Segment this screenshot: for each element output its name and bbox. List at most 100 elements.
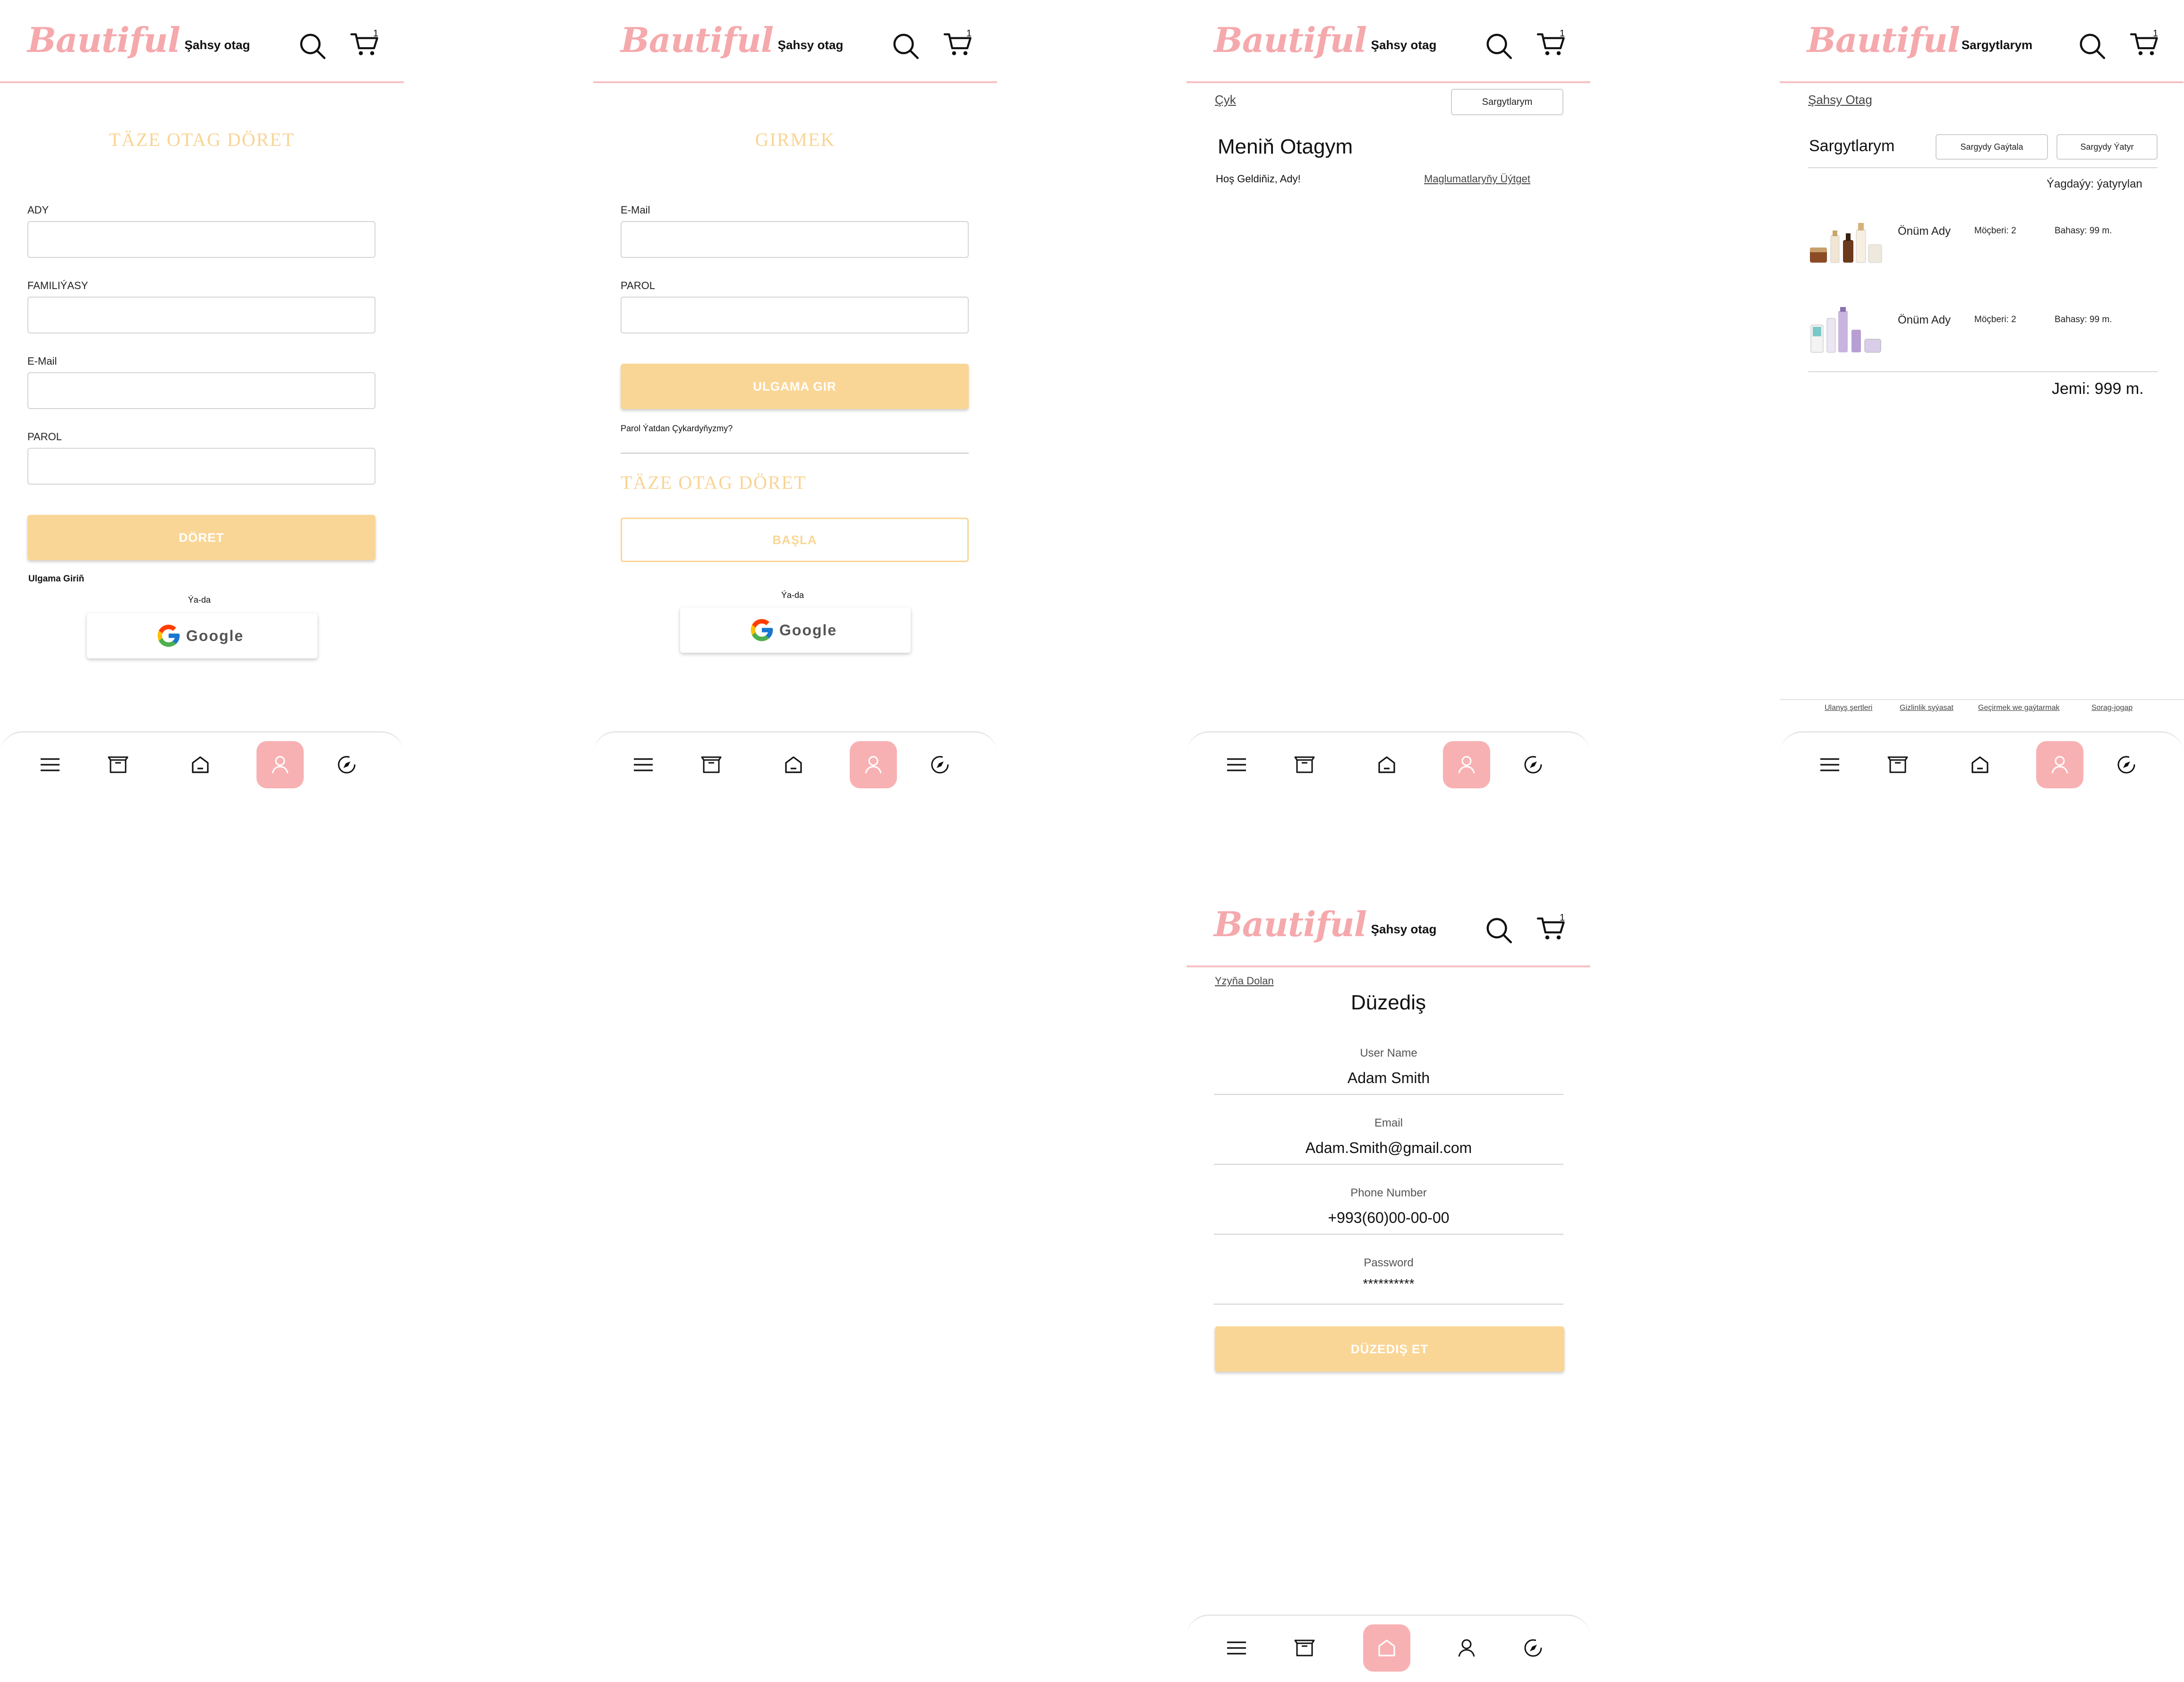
box-icon	[1293, 1637, 1316, 1659]
nav-explore[interactable]	[323, 741, 370, 788]
logout-link[interactable]: Çyk	[1215, 93, 1236, 107]
privacy-link[interactable]: Gizlinlik syýasat	[1900, 704, 1954, 712]
bottom-nav	[593, 731, 997, 799]
order-total: Jemi: 999 m.	[2052, 380, 2144, 398]
username-field[interactable]: Adam Smith	[1214, 1069, 1563, 1087]
search-icon[interactable]	[298, 31, 327, 60]
menu-icon	[1818, 753, 1841, 776]
register-heading: TÄZE OTAG DÖRET	[109, 129, 295, 150]
box-icon	[1886, 753, 1909, 776]
nav-products[interactable]	[1281, 1624, 1328, 1672]
password-input[interactable]	[621, 297, 969, 333]
box-icon	[700, 753, 723, 776]
create-account-heading: TÄZE OTAG DÖRET	[621, 472, 807, 493]
nav-home[interactable]	[1956, 741, 2004, 788]
app-header: Bautiful Şahsy otag 1	[0, 0, 404, 83]
surname-input[interactable]	[27, 297, 375, 333]
header-title: Şahsy otag	[184, 38, 250, 52]
user-icon	[1455, 1637, 1478, 1659]
nav-products[interactable]	[1874, 741, 1921, 788]
nav-profile[interactable]	[850, 741, 897, 788]
email-input[interactable]	[621, 221, 969, 258]
cart-count-badge: 1	[1560, 913, 1565, 923]
footer-divider	[1780, 699, 2184, 700]
register-button[interactable]: DÖRET	[27, 515, 375, 560]
email-input[interactable]	[27, 372, 375, 409]
name-input[interactable]	[27, 221, 375, 258]
nav-profile[interactable]	[1443, 1624, 1490, 1672]
nav-menu[interactable]	[1213, 1624, 1260, 1672]
back-link[interactable]: Yzyňa Dolan	[1215, 975, 1274, 987]
register-screen: Bautiful Şahsy otag 1 TÄZE OTAG DÖRET AD…	[0, 0, 404, 788]
search-icon[interactable]	[2077, 31, 2107, 60]
google-icon	[749, 617, 775, 643]
username-label: User Name	[1360, 1047, 1417, 1059]
faq-link[interactable]: Sorag-jogap	[2091, 704, 2133, 712]
nav-explore[interactable]	[1510, 1624, 1557, 1672]
nav-home[interactable]	[177, 741, 224, 788]
order-status: Ýagdaýy: ýatyrylan	[2047, 178, 2142, 190]
google-label: Google	[779, 622, 837, 639]
google-signin-button[interactable]: Google	[680, 607, 911, 653]
cancel-order-button[interactable]: Sargydy Ýatyr	[2056, 134, 2158, 160]
terms-link[interactable]: Ulanyş şertleri	[1825, 704, 1872, 712]
login-screen: Bautiful Şahsy otag 1 GIRMEK E-Mail PARO…	[593, 0, 997, 788]
back-to-account-link[interactable]: Şahsy Otag	[1808, 93, 1872, 107]
nav-home[interactable]	[770, 741, 817, 788]
start-button[interactable]: BAŞLA	[621, 518, 969, 562]
or-text: Ýa-da	[188, 595, 211, 605]
cart-count-badge: 1	[966, 28, 972, 39]
compass-icon	[335, 753, 358, 776]
nav-explore[interactable]	[916, 741, 964, 788]
section-divider	[1808, 167, 2158, 168]
save-changes-button[interactable]: DÜZEDIŞ ET	[1215, 1326, 1564, 1372]
field-underline	[1214, 1234, 1563, 1235]
nav-profile[interactable]	[256, 741, 304, 788]
cart-count-badge: 1	[2153, 28, 2158, 39]
nav-profile[interactable]	[1443, 741, 1490, 788]
nav-menu[interactable]	[1806, 741, 1853, 788]
edit-profile-link[interactable]: Maglumatlaryňy Üýtget	[1424, 173, 1530, 185]
field-underline	[1214, 1304, 1563, 1305]
search-icon[interactable]	[891, 31, 920, 60]
product-price: Bahasy: 99 m.	[2055, 226, 2112, 236]
phone-field[interactable]: +993(60)00-00-00	[1214, 1209, 1563, 1227]
product-quantity: Möçberi: 2	[1974, 315, 2016, 324]
shipping-returns-link[interactable]: Geçirmek we gaýtarmak	[1978, 704, 2060, 712]
nav-products[interactable]	[688, 741, 735, 788]
bottom-nav	[0, 731, 404, 799]
login-button[interactable]: ULGAMA GIR	[621, 364, 969, 409]
compass-icon	[2115, 753, 2138, 776]
password-field[interactable]: **********	[1214, 1276, 1563, 1291]
nav-explore[interactable]	[1510, 741, 1557, 788]
nav-menu[interactable]	[26, 741, 74, 788]
nav-explore[interactable]	[2103, 741, 2150, 788]
search-icon[interactable]	[1484, 915, 1513, 945]
login-heading: GIRMEK	[755, 129, 836, 150]
nav-products[interactable]	[1281, 741, 1328, 788]
forgot-password-link[interactable]: Parol Ýatdan Çykardyňyzmy?	[621, 424, 733, 434]
email-field[interactable]: Adam.Smith@gmail.com	[1214, 1139, 1563, 1157]
header-title: Şahsy otag	[1371, 922, 1437, 936]
search-icon[interactable]	[1484, 31, 1513, 60]
product-price: Bahasy: 99 m.	[2055, 315, 2112, 324]
nav-menu[interactable]	[1213, 741, 1260, 788]
orders-button[interactable]: Sargytlarym	[1451, 89, 1563, 115]
account-screen: Bautiful Şahsy otag 1 Çyk Sargytlarym Me…	[1186, 0, 1590, 788]
nav-products[interactable]	[94, 741, 142, 788]
email-label: E-Mail	[27, 355, 57, 367]
product-quantity: Möçberi: 2	[1974, 226, 2016, 236]
orders-screen: Bautiful Sargytlarym 1 Şahsy Otag Sargyt…	[1780, 0, 2184, 788]
google-signin-button[interactable]: Google	[87, 613, 317, 658]
repeat-order-button[interactable]: Sargydy Gaýtala	[1936, 134, 2048, 160]
page-title: Sargytlarym	[1809, 137, 1895, 155]
nav-home[interactable]	[1363, 1624, 1410, 1672]
password-input[interactable]	[27, 448, 375, 485]
nav-menu[interactable]	[620, 741, 667, 788]
home-icon	[189, 753, 212, 776]
user-icon	[1455, 753, 1478, 776]
nav-profile[interactable]	[2036, 741, 2083, 788]
header-title: Şahsy otag	[1371, 38, 1437, 52]
login-link[interactable]: Ulgama Giriň	[28, 574, 84, 584]
nav-home[interactable]	[1363, 741, 1410, 788]
